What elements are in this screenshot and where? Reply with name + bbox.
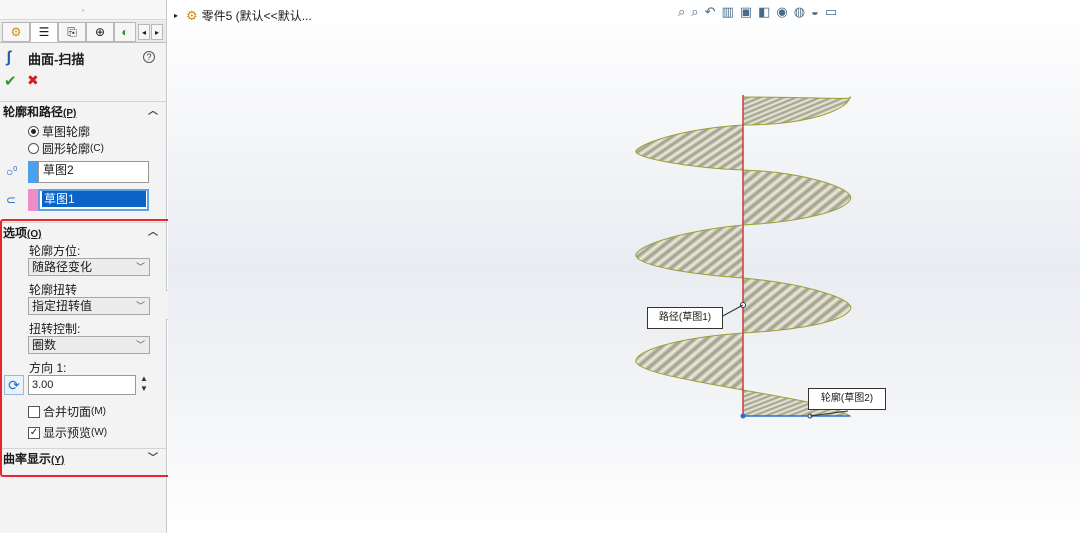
profile-item[interactable]: 草图2 [41, 162, 76, 178]
path-selection-box[interactable]: 草图1 [38, 189, 149, 211]
ok-button[interactable]: ✔ [4, 72, 17, 90]
radio-circular-profile[interactable]: 圆形轮廓 (C) [28, 140, 104, 157]
part-icon: ⚙ [10, 25, 22, 39]
cancel-button[interactable]: ✖ [27, 72, 39, 89]
tab-scroll-right[interactable]: ▸ [151, 24, 163, 40]
feature-manager-tab[interactable]: ⚙ [2, 22, 30, 42]
group-title: 轮廓和路径 [3, 105, 64, 119]
blade-right-2 [742, 169, 852, 226]
callout-text: 轮廓(草图2) [820, 393, 874, 404]
path-selection-row: ⊂ 草图1 [0, 189, 166, 213]
profile-icon: ○0 [6, 165, 18, 179]
radio-dot [28, 143, 39, 154]
list-icon: ☰ [38, 25, 50, 39]
dimxpert-manager-tab[interactable]: ⊕ [86, 22, 114, 42]
config-icon: ⎘ [67, 24, 77, 39]
blade-left-3 [635, 332, 744, 391]
tab-scroll-left[interactable]: ◂ [138, 24, 150, 40]
helical-sweep-model[interactable] [168, 0, 1080, 533]
profile-selection-box[interactable]: 草图2 [38, 161, 149, 183]
feature-title-bar: ʃ 曲面-扫描 ? [6, 48, 161, 68]
graphics-viewport[interactable]: ▸ ⚙ 零件5 (默认<<默认... ⌕ ⌕ ↶ ▥ ▣ ◧ ◉ ◍ ◒ ▭ 路… [168, 0, 1080, 533]
property-manager-tab[interactable]: ☰ [30, 22, 58, 42]
origin-point [740, 413, 746, 419]
blade-left-1 [635, 124, 744, 171]
radio-sketch-profile[interactable]: 草图轮廓 [28, 123, 90, 140]
display-icon: ◐ [121, 25, 129, 39]
display-manager-tab[interactable]: ◐ [114, 22, 136, 42]
radio-dot [28, 126, 39, 137]
blade-right-3 [742, 277, 852, 334]
profile-color-swatch [28, 161, 38, 183]
radio-shortcut: (C) [90, 143, 104, 154]
path-icon: ⊂ [6, 193, 17, 207]
group-shortcut: (P) [63, 108, 77, 119]
help-icon[interactable]: ? [143, 51, 155, 63]
profile-path-group-header[interactable]: 轮廓和路径(P) ︿ [0, 101, 166, 121]
path-callout-leader [720, 304, 744, 318]
panel-grip[interactable]: ◦ [0, 0, 166, 20]
blade-left-2 [635, 224, 744, 279]
profile-selection-row: ○0 草图2 [0, 161, 166, 185]
radio-label: 圆形轮廓 [42, 142, 91, 156]
configuration-manager-tab[interactable]: ⎘ [58, 22, 86, 42]
chevron-left-icon: ◂ [141, 27, 146, 37]
callout-text: 路径(草图1) [658, 312, 712, 323]
path-item[interactable]: 草图1 [42, 191, 146, 207]
swept-surface-icon: ʃ [6, 49, 12, 66]
path-callout[interactable]: 路径(草图1) [647, 307, 723, 329]
blade-right-1 [742, 96, 852, 126]
feature-title: 曲面-扫描 [28, 51, 85, 67]
profile-callout[interactable]: 轮廓(草图2) [808, 388, 886, 410]
chevron-right-icon: ▸ [154, 27, 159, 37]
manager-tabbar: ⚙ ☰ ⎘ ⊕ ◐ ◂ ▸ [0, 21, 166, 43]
radio-label: 草图轮廓 [42, 125, 91, 139]
chevron-up-icon: ︿ [148, 106, 158, 117]
path-color-swatch [28, 189, 38, 211]
crosshair-icon: ⊕ [94, 25, 106, 39]
